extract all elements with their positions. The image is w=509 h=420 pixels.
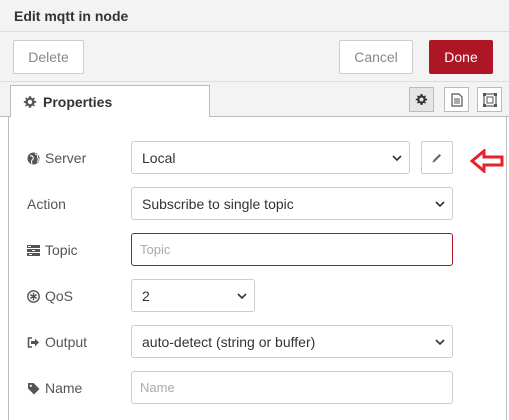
description-icon bbox=[450, 92, 463, 107]
output-select[interactable]: auto-detect (string or buffer) bbox=[131, 325, 453, 358]
qos-label: QoS bbox=[45, 288, 74, 304]
tab-description-button[interactable] bbox=[444, 87, 469, 112]
red-arrow-icon bbox=[470, 149, 504, 173]
action-label-row: Action bbox=[27, 194, 66, 214]
name-placeholder: Name bbox=[140, 380, 175, 395]
tray-title: Edit mqtt in node bbox=[14, 8, 129, 24]
tab-settings-button[interactable] bbox=[409, 87, 434, 112]
server-label: Server bbox=[45, 150, 87, 166]
appearance-icon bbox=[482, 92, 497, 107]
gear-icon bbox=[415, 94, 428, 105]
tab-properties-label: Properties bbox=[43, 94, 113, 110]
name-input[interactable]: Name bbox=[131, 371, 453, 404]
qos-label-row: QoS bbox=[27, 286, 73, 306]
name-label: Name bbox=[45, 380, 83, 396]
sign-out-icon bbox=[27, 336, 40, 349]
topic-input[interactable]: Topic bbox=[131, 233, 453, 266]
chevron-down-icon bbox=[435, 201, 445, 208]
chevron-down-icon bbox=[237, 293, 247, 300]
server-value: Local bbox=[142, 149, 176, 166]
pencil-icon bbox=[432, 153, 441, 162]
topic-label-row: Topic bbox=[27, 240, 78, 260]
chevron-down-icon bbox=[435, 339, 445, 346]
action-select[interactable]: Subscribe to single topic bbox=[131, 187, 453, 220]
output-label-row: Output bbox=[27, 332, 87, 352]
topic-placeholder: Topic bbox=[140, 242, 171, 257]
qos-icon bbox=[27, 289, 40, 303]
edit-server-button[interactable] bbox=[421, 141, 453, 174]
gear-icon bbox=[23, 95, 37, 109]
qos-select[interactable]: 2 bbox=[131, 279, 255, 312]
qos-value: 2 bbox=[142, 287, 150, 304]
tag-icon bbox=[27, 382, 40, 395]
tabs-bar: Properties bbox=[0, 82, 509, 118]
toolbar: Delete Cancel Done bbox=[0, 32, 509, 82]
topic-label: Topic bbox=[45, 242, 78, 258]
tray-header: Edit mqtt in node bbox=[0, 0, 509, 32]
cancel-button[interactable]: Cancel bbox=[339, 40, 413, 74]
output-label: Output bbox=[45, 334, 88, 350]
globe-icon bbox=[27, 152, 40, 165]
tab-appearance-button[interactable] bbox=[477, 87, 502, 112]
server-select[interactable]: Local bbox=[131, 141, 410, 174]
chevron-down-icon bbox=[392, 155, 402, 162]
server-label-row: Server bbox=[27, 148, 86, 168]
done-button[interactable]: Done bbox=[429, 40, 493, 74]
delete-button[interactable]: Delete bbox=[13, 40, 84, 74]
name-label-row: Name bbox=[27, 378, 82, 398]
action-value: Subscribe to single topic bbox=[142, 195, 294, 212]
output-value: auto-detect (string or buffer) bbox=[142, 333, 316, 350]
tab-properties[interactable]: Properties bbox=[10, 85, 210, 118]
action-label: Action bbox=[27, 196, 66, 212]
tasks-icon bbox=[27, 244, 40, 257]
